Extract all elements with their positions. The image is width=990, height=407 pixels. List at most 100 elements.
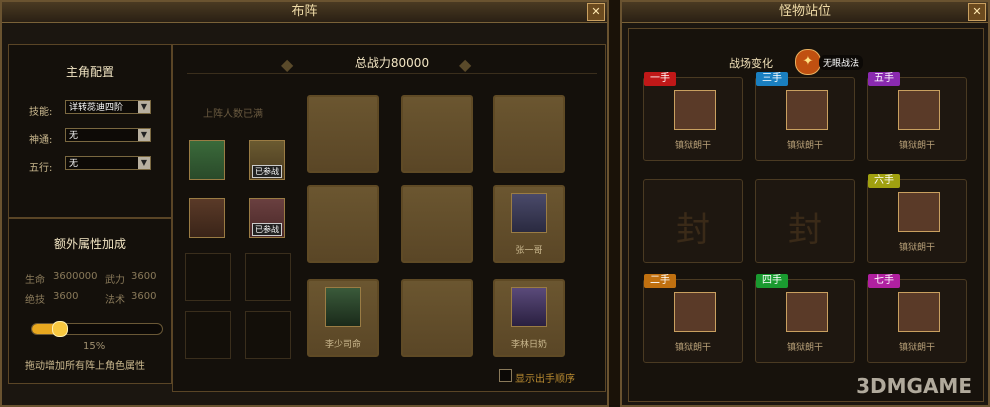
unit-portrait [511, 287, 547, 327]
monster-name: 镇狱朗干 [674, 343, 711, 353]
wuxing-select-value: 无 [69, 159, 79, 169]
turn-order-tag: 五手 [868, 72, 900, 86]
shentong-select-value: 无 [69, 131, 79, 141]
hero-portrait-2[interactable]: 已参战 [249, 140, 285, 180]
chevron-down-icon[interactable]: ▼ [138, 101, 150, 113]
total-power: 总战力80000 [354, 56, 430, 70]
formation-slot[interactable]: 张一哥 [493, 185, 565, 263]
formation-slot[interactable] [401, 279, 473, 357]
turn-order-tag: 七手 [868, 274, 900, 288]
skill-select[interactable]: 详转蕊迪四阶 ▼ [65, 100, 151, 114]
show-order-label: 显示出手顺序 [515, 374, 575, 385]
sealed-slot: 封 [643, 179, 743, 263]
shentong-select[interactable]: 无 ▼ [65, 128, 151, 142]
monster-portrait [674, 90, 716, 130]
formation-title: 布阵 [291, 4, 318, 19]
deco-diamond-icon: ◆ [459, 55, 472, 74]
monster-slot[interactable]: 六手镇狱朗干 [867, 174, 967, 263]
skill-select-value: 详转蕊迪四阶 [69, 103, 124, 113]
recruited-badge: 已参战 [252, 223, 282, 236]
empty-roster-slot[interactable] [185, 311, 231, 359]
monster-name: 镇狱朗干 [898, 343, 935, 353]
magic-value: 3600 [131, 291, 157, 302]
formation-slot[interactable]: 李林日奶 [493, 279, 565, 357]
monster-portrait [898, 192, 940, 232]
hp-label: 生命 [25, 275, 45, 286]
turn-order-tag: 六手 [868, 174, 900, 188]
monster-slot[interactable]: 二手镇狱朗干 [643, 274, 743, 363]
monster-name: 镇狱朗干 [898, 141, 935, 151]
show-order-checkbox[interactable] [499, 369, 512, 382]
skill-label: 技能: [29, 107, 53, 118]
slider-hint: 拖动增加所有阵上角色属性 [25, 361, 145, 372]
slider-handle[interactable] [51, 321, 68, 337]
unit-name: 李少司命 [324, 340, 361, 350]
turn-order-tag: 二手 [644, 274, 676, 288]
shentong-label: 神通: [29, 135, 53, 146]
skill-stat-label: 绝技 [25, 295, 45, 306]
unit-portrait [511, 193, 547, 233]
formation-panel: 布阵 ✕ 主角配置 技能: 详转蕊迪四阶 ▼ 神通: 无 ▼ 五行: 无 ▼ 额… [0, 0, 609, 407]
turn-order-tag: 一手 [644, 72, 676, 86]
hero-portrait-4[interactable]: 已参战 [249, 198, 285, 238]
watermark: 3DMGAME [856, 374, 972, 398]
sealed-slot: 封 [755, 179, 855, 263]
monster-area: 战场变化 ✦ 无眼战法 一手 镇狱朗干 三手 镇狱朗干 五手 镇狱朗干 六手 镇狱朗干 二手 镇狱… [628, 28, 984, 402]
monster-portrait [898, 90, 940, 130]
monster-position-panel: 怪物站位 ✕ 战场变化 ✦ 无眼战法 一手 镇狱朗干 三手 镇狱朗干 五手 镇狱朗干 六手镇… [620, 0, 990, 407]
close-button[interactable]: ✕ [968, 3, 986, 21]
monster-slot[interactable]: 七手镇狱朗干 [867, 274, 967, 363]
monster-name: 镇狱朗干 [786, 343, 823, 353]
turn-order-tag: 三手 [756, 72, 788, 86]
extra-attributes-section: 额外属性加成 生命 3600000 武力 3600 绝技 3600 法术 360… [8, 218, 172, 384]
formation-slot[interactable] [307, 185, 379, 263]
empty-roster-slot[interactable] [245, 253, 291, 301]
unit-name: 李林日奶 [510, 340, 547, 350]
battle-mode-label: 无眼战法 [819, 55, 864, 70]
monster-slot[interactable]: 五手镇狱朗干 [867, 72, 967, 161]
hero-portrait-3[interactable] [189, 198, 225, 238]
empty-roster-slot[interactable] [185, 253, 231, 301]
monster-portrait [674, 292, 716, 332]
attribute-slider[interactable] [31, 321, 163, 337]
formation-slot[interactable] [401, 185, 473, 263]
skill-stat-value: 3600 [53, 291, 79, 302]
extra-attributes-heading: 额外属性加成 [53, 237, 126, 251]
formation-slot[interactable] [307, 95, 379, 173]
monster-portrait [786, 90, 828, 130]
battle-change-label: 战场变化 [729, 57, 773, 70]
monster-name: 镇狱朗干 [898, 243, 935, 253]
empty-roster-slot[interactable] [245, 311, 291, 359]
formation-slot[interactable] [401, 95, 473, 173]
monster-slot[interactable]: 一手镇狱朗干 [643, 72, 743, 161]
recruited-badge: 已参战 [252, 165, 282, 178]
formation-slot[interactable]: 李少司命 [307, 279, 379, 357]
unit-name: 张一哥 [515, 246, 543, 256]
atk-label: 武力 [105, 275, 125, 286]
hero-portrait-1[interactable] [189, 140, 225, 180]
formation-slot[interactable] [493, 95, 565, 173]
monster-slot[interactable]: 四手镇狱朗干 [755, 274, 855, 363]
seal-mark: 封 [788, 210, 822, 250]
atk-value: 3600 [131, 271, 157, 282]
seal-mark: 封 [676, 210, 710, 250]
monster-name: 镇狱朗干 [674, 141, 711, 151]
formation-titlebar: 布阵 ✕ [2, 2, 607, 23]
hero-config-heading: 主角配置 [65, 65, 114, 79]
monster-titlebar: 怪物站位 ✕ [622, 2, 988, 23]
hp-value: 3600000 [53, 271, 98, 282]
full-notice: 上阵人数已满 [203, 109, 263, 120]
hero-config-section: 主角配置 技能: 详转蕊迪四阶 ▼ 神通: 无 ▼ 五行: 无 ▼ [8, 44, 172, 218]
magic-label: 法术 [105, 295, 125, 306]
close-button[interactable]: ✕ [587, 3, 605, 21]
slider-percent: 15% [83, 341, 106, 352]
wuxing-label: 五行: [29, 163, 53, 174]
monster-slot[interactable]: 三手 镇狱朗干 [755, 72, 855, 161]
monster-panel-title: 怪物站位 [778, 4, 831, 19]
chevron-down-icon[interactable]: ▼ [138, 129, 150, 141]
monster-portrait [898, 292, 940, 332]
turn-order-tag: 四手 [756, 274, 788, 288]
chevron-down-icon[interactable]: ▼ [138, 157, 150, 169]
wuxing-select[interactable]: 无 ▼ [65, 156, 151, 170]
power-bar: ◆ 总战力80000 ◆ [187, 51, 597, 74]
